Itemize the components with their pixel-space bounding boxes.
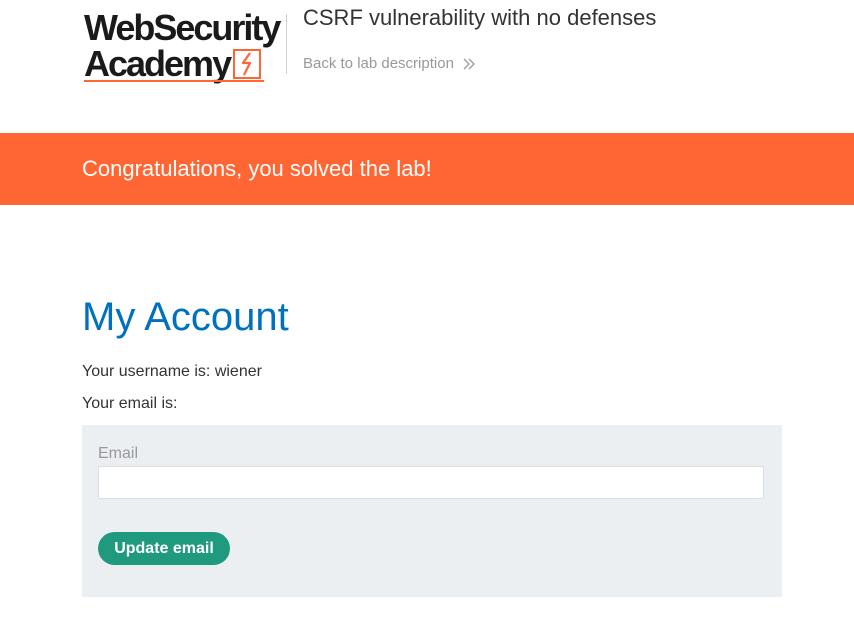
change-email-form: Email Update email (82, 425, 782, 597)
lab-title: CSRF vulnerability with no defenses (303, 5, 657, 30)
update-email-button[interactable]: Update email (98, 532, 230, 565)
logo-underline (84, 80, 264, 82)
web-security-academy-logo[interactable]: WebSecurity Academy (84, 8, 284, 84)
page-title: My Account (82, 295, 289, 339)
email-label: Email (98, 445, 139, 462)
back-link-label: Back to lab description (303, 55, 454, 72)
email-text: Your email is: (82, 395, 178, 412)
back-to-lab-description-link[interactable]: Back to lab description (303, 55, 476, 72)
site-header: WebSecurity Academy CSRF vulnerability w… (0, 0, 854, 133)
logo-text-line2: Academy (84, 43, 232, 84)
double-chevron-right-icon (463, 58, 475, 69)
username-text: Your username is: wiener (82, 363, 262, 380)
logo-text-line1: WebSecurity (84, 7, 281, 48)
lab-solved-banner: Congratulations, you solved the lab! (0, 133, 854, 205)
congratulations-message: Congratulations, you solved the lab! (82, 156, 432, 181)
header-divider (286, 14, 287, 74)
email-input[interactable] (98, 466, 764, 499)
lightning-bolt-icon (233, 49, 261, 79)
